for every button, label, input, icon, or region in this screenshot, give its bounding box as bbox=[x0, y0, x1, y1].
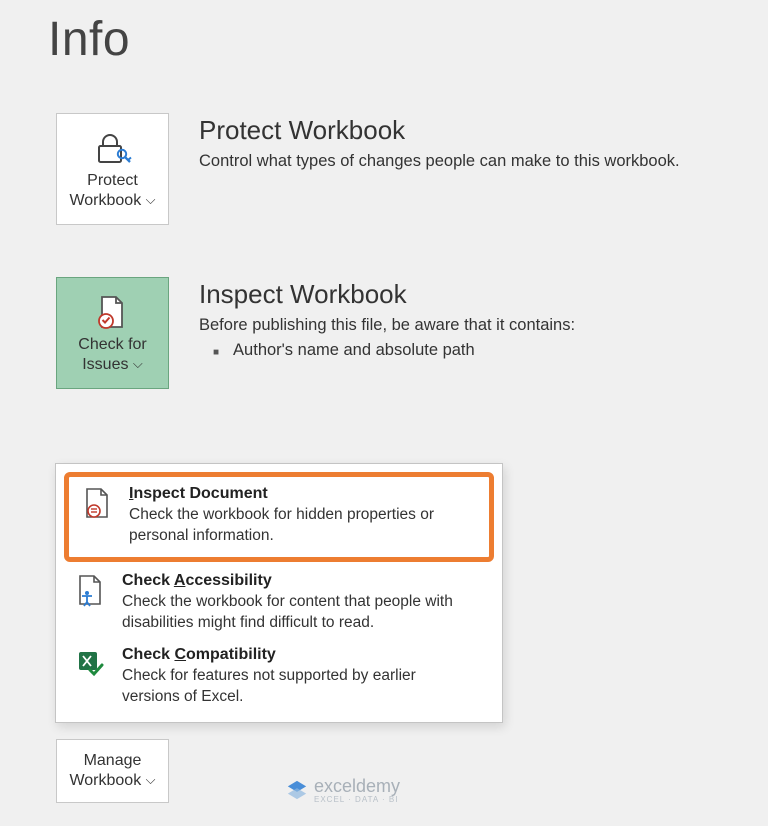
menu-check-compatibility-desc: Check for features not supported by earl… bbox=[122, 666, 462, 708]
check-for-issues-button[interactable]: Check for Issues ⌵ bbox=[56, 277, 169, 389]
protect-workbook-label: Protect Workbook ⌵ bbox=[59, 171, 166, 211]
protect-heading: Protect Workbook bbox=[199, 115, 768, 146]
watermark: exceldemy EXCEL · DATA · BI bbox=[286, 776, 400, 804]
exceldemy-logo-icon bbox=[286, 779, 308, 801]
menu-check-accessibility-desc: Check the workbook for content that peop… bbox=[122, 592, 462, 634]
document-accessibility-icon bbox=[74, 572, 108, 634]
check-for-issues-label: Check for Issues ⌵ bbox=[59, 335, 166, 375]
check-for-issues-menu: Inspect Document Check the workbook for … bbox=[55, 463, 503, 723]
protect-text: Protect Workbook Control what types of c… bbox=[199, 113, 768, 177]
chevron-down-icon: ⌵ bbox=[146, 772, 156, 787]
lock-key-icon bbox=[94, 129, 132, 169]
menu-inspect-document-title: Inspect Document bbox=[129, 485, 469, 503]
watermark-tagline: EXCEL · DATA · BI bbox=[314, 795, 400, 804]
inspect-bullet: ■ Author's name and absolute path bbox=[213, 341, 768, 360]
document-magnify-icon bbox=[81, 485, 115, 547]
manage-workbook-label: Manage Workbook ⌵ bbox=[57, 751, 168, 791]
document-check-icon bbox=[96, 293, 130, 333]
inspect-desc: Before publishing this file, be aware th… bbox=[199, 316, 768, 335]
manage-workbook-button[interactable]: Manage Workbook ⌵ bbox=[56, 739, 169, 803]
protect-desc: Control what types of changes people can… bbox=[199, 152, 768, 171]
section-inspect: Check for Issues ⌵ Inspect Workbook Befo… bbox=[56, 277, 768, 389]
section-protect: Protect Workbook ⌵ Protect Workbook Cont… bbox=[56, 113, 768, 225]
bullet-icon: ■ bbox=[213, 347, 219, 360]
menu-check-accessibility[interactable]: Check Accessibility Check the workbook f… bbox=[56, 566, 502, 640]
inspect-text: Inspect Workbook Before publishing this … bbox=[199, 277, 768, 360]
menu-check-compatibility-title: Check Compatibility bbox=[122, 646, 462, 664]
excel-check-icon bbox=[74, 646, 108, 708]
page-title: Info bbox=[48, 12, 768, 67]
menu-inspect-document[interactable]: Inspect Document Check the workbook for … bbox=[64, 472, 494, 562]
protect-workbook-button[interactable]: Protect Workbook ⌵ bbox=[56, 113, 169, 225]
chevron-down-icon: ⌵ bbox=[133, 356, 143, 371]
menu-check-compatibility[interactable]: Check Compatibility Check for features n… bbox=[56, 640, 502, 714]
watermark-brand: exceldemy bbox=[314, 776, 400, 796]
menu-check-accessibility-title: Check Accessibility bbox=[122, 572, 462, 590]
chevron-down-icon: ⌵ bbox=[146, 192, 156, 207]
menu-inspect-document-desc: Check the workbook for hidden properties… bbox=[129, 505, 469, 547]
section-manage: Manage Workbook ⌵ bbox=[56, 739, 169, 803]
inspect-heading: Inspect Workbook bbox=[199, 279, 768, 310]
